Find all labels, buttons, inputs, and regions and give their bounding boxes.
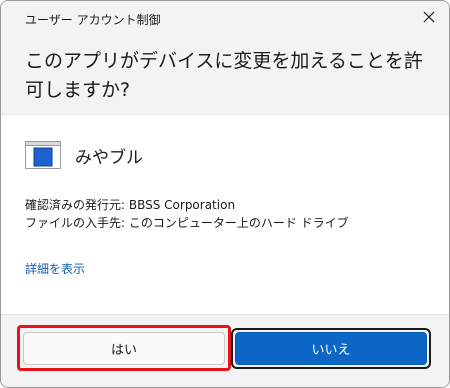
close-icon <box>423 11 435 23</box>
dialog-header: ユーザー アカウント制御 このアプリがデバイスに変更を加えることを許可しますか? <box>1 1 449 115</box>
yes-button[interactable]: はい <box>23 332 225 365</box>
file-origin-line: ファイルの入手先: このコンピューター上のハード ドライブ <box>25 216 349 230</box>
publisher-line: 確認済みの発行元: BBSS Corporation <box>25 198 236 212</box>
consent-question: このアプリがデバイスに変更を加えることを許可しますか? <box>25 50 423 101</box>
app-name: みやブル <box>75 147 143 168</box>
uac-dialog: ユーザー アカウント制御 このアプリがデバイスに変更を加えることを許可しますか?… <box>0 0 450 388</box>
app-details: 確認済みの発行元: BBSS Corporation ファイルの入手先: このコ… <box>25 196 349 232</box>
dialog-title: ユーザー アカウント制御 <box>25 13 161 27</box>
no-button[interactable]: いいえ <box>235 332 427 365</box>
app-info: みやブル <box>25 141 143 169</box>
app-icon <box>25 141 61 169</box>
show-details-link[interactable]: 詳細を表示 <box>25 260 85 277</box>
close-button[interactable] <box>415 5 443 29</box>
